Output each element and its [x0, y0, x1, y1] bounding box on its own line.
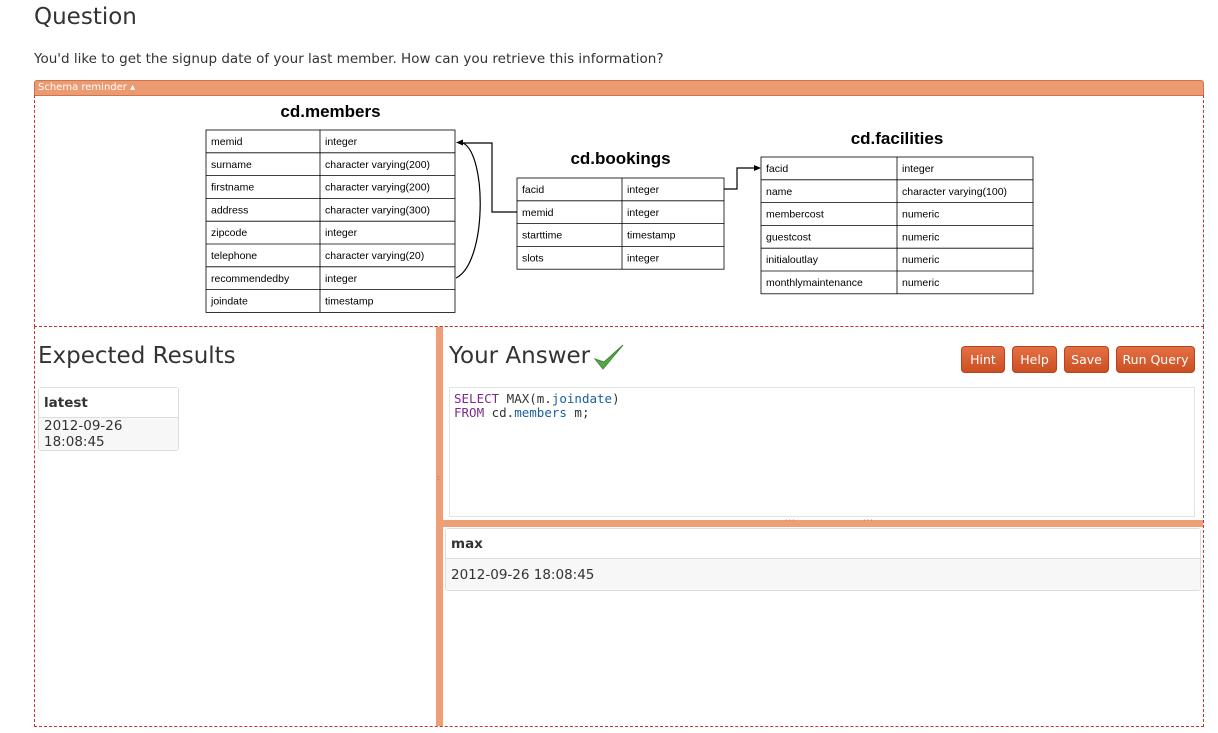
sql-keyword-select: SELECT: [454, 391, 500, 406]
schema-column-name: membercost: [766, 209, 824, 221]
sql-table: members: [514, 405, 567, 420]
schema-table-bookings: cd.bookings facid integer memid integer start…: [516, 149, 725, 270]
schema-column-name: guestcost: [766, 231, 811, 243]
schema-column-type: integer: [325, 136, 358, 148]
schema-column-name: zipcode: [211, 227, 247, 239]
schema-column-name: slots: [522, 252, 544, 264]
splitter-grip-icon: ···: [785, 516, 796, 525]
schema-table-title: cd.facilities: [851, 129, 944, 148]
checkmark-icon: [593, 344, 624, 370]
expected-results-table: latest 2012-09-26 18:08:45: [38, 387, 179, 451]
schema-column-type: timestamp: [627, 230, 676, 242]
schema-column-name: facid: [766, 163, 788, 175]
schema-column-type: integer: [902, 163, 935, 175]
sql-alias: m;: [566, 405, 590, 420]
schema-table-facilities: cd.facilities facid integer name character v…: [760, 129, 1034, 295]
sql-editor[interactable]: SELECT MAX(m.joindate) FROM cd.members m…: [449, 387, 1195, 517]
splitter-grip-icon: ···: [863, 516, 874, 525]
save-button[interactable]: Save: [1064, 346, 1109, 373]
result-column-header: max: [446, 529, 1200, 559]
schema-column-name: initialoutlay: [766, 254, 819, 266]
schema-column-name: memid: [522, 207, 554, 219]
schema-diagram: cd.members memid integer surname character v…: [34, 95, 1204, 327]
schema-diagram-svg: cd.members memid integer surname character v…: [205, 102, 1034, 313]
your-answer-title: Your Answer: [449, 343, 591, 369]
hint-button[interactable]: Hint: [961, 346, 1005, 373]
schema-column-type: character varying(200): [325, 159, 430, 171]
schema-column-name: name: [766, 186, 792, 198]
horizontal-splitter[interactable]: ··· ···: [443, 516, 1203, 527]
schema-column-type: integer: [627, 252, 660, 264]
splitter-grip-icon: :: [437, 473, 440, 482]
bookings-memid-link: [463, 142, 517, 213]
expected-results-pane: Expected Results latest 2012-09-26 18:08…: [35, 327, 437, 726]
sql-keyword-from: FROM: [454, 405, 485, 420]
sql-function: MAX(m.: [499, 391, 552, 406]
members-recommendedby-link: [455, 142, 481, 279]
schema-column-type: timestamp: [325, 296, 374, 308]
schema-reminder-toggle[interactable]: Schema reminder ▴: [34, 80, 1204, 96]
schema-column-type: integer: [325, 227, 358, 239]
result-value-cell: 2012-09-26 18:08:45: [446, 559, 1200, 590]
schema-column-name: facid: [522, 184, 544, 196]
schema-column-type: character varying(20): [325, 250, 424, 262]
schema-table-title: cd.members: [280, 102, 380, 121]
run-query-button[interactable]: Run Query: [1116, 346, 1195, 373]
sql-column: joindate: [551, 391, 613, 406]
expected-column-header: latest: [39, 388, 178, 418]
sql-schema: cd.: [484, 405, 515, 420]
schema-table-title: cd.bookings: [570, 149, 670, 168]
schema-column-name: joindate: [210, 296, 248, 308]
expected-value-cell: 2012-09-26 18:08:45: [39, 418, 178, 450]
help-button[interactable]: Help: [1012, 346, 1057, 373]
expected-results-title: Expected Results: [38, 343, 236, 369]
schema-column-type: numeric: [902, 254, 939, 266]
question-text: You'd like to get the signup date of you…: [34, 51, 664, 67]
vertical-splitter[interactable]: :: [436, 327, 443, 726]
workarea: Expected Results latest 2012-09-26 18:08…: [34, 326, 1204, 727]
members-memid-arrowhead: [456, 139, 463, 146]
query-results-table: max 2012-09-26 18:08:45: [445, 528, 1201, 591]
schema-table-members: cd.members memid integer surname character v…: [205, 102, 456, 313]
table-row: 2012-09-26 18:08:45: [446, 559, 1200, 590]
schema-column-name: memid: [211, 136, 243, 148]
schema-column-type: character varying(300): [325, 204, 430, 216]
schema-column-name: starttime: [522, 230, 562, 242]
question-title: Question: [34, 4, 137, 30]
schema-column-type: integer: [627, 207, 660, 219]
schema-column-type: numeric: [902, 277, 939, 289]
schema-column-type: integer: [627, 184, 660, 196]
sql-close-paren: ): [612, 391, 620, 406]
schema-column-type: integer: [325, 273, 358, 285]
schema-column-name: surname: [211, 159, 252, 171]
schema-column-name: monthlymaintenance: [766, 277, 863, 289]
schema-column-type: numeric: [902, 209, 939, 221]
your-answer-pane: Your Answer Hint Help Save Run Query SEL…: [443, 327, 1203, 726]
schema-column-name: telephone: [211, 250, 257, 262]
bookings-facid-link: [724, 167, 755, 190]
schema-column-type: character varying(100): [902, 186, 1007, 198]
facilities-facid-arrowhead: [754, 165, 761, 171]
schema-column-name: firstname: [211, 182, 254, 194]
schema-column-name: address: [211, 204, 248, 216]
table-row: 2012-09-26 18:08:45: [39, 418, 178, 450]
schema-column-type: character varying(200): [325, 182, 430, 194]
schema-column-type: numeric: [902, 231, 939, 243]
schema-column-name: recommendedby: [211, 273, 290, 285]
